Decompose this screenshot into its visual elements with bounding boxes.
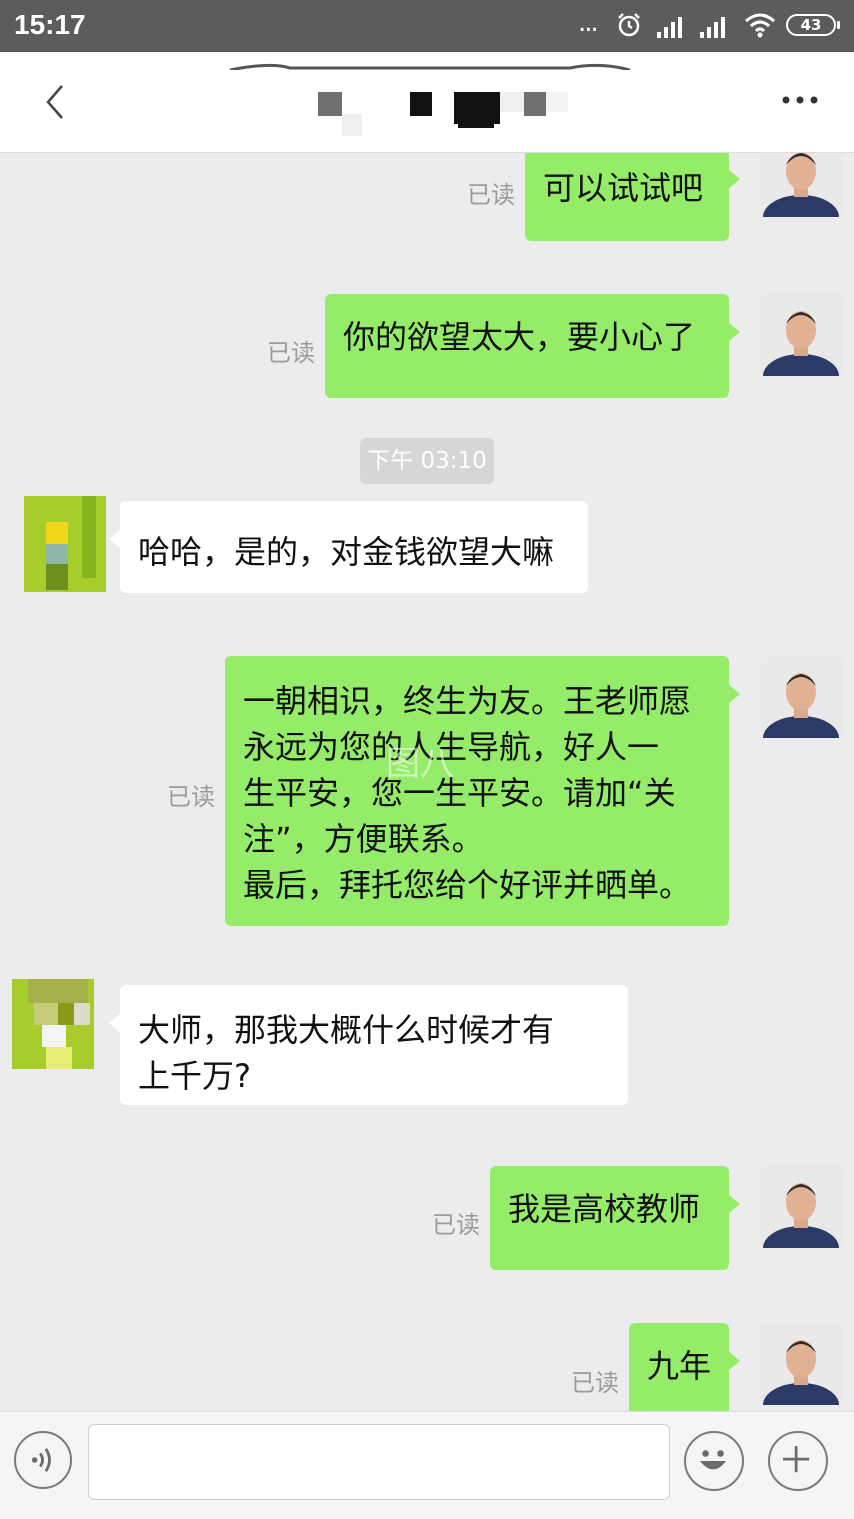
wifi-icon: [745, 13, 775, 38]
message-bubble-sent[interactable]: 你的欲望太大，要小心了: [325, 294, 740, 398]
message-text: 我是高校教师: [508, 1190, 701, 1228]
my-avatar[interactable]: [760, 153, 842, 217]
alarm-icon: [618, 13, 640, 37]
status-time: 15:17: [14, 9, 86, 40]
message-line: 上千万?: [138, 1057, 251, 1095]
more-functions-button[interactable]: [768, 1431, 828, 1491]
message-bubble-sent[interactable]: 九年: [629, 1323, 740, 1411]
message-bubble-sent[interactable]: 我是高校教师: [490, 1166, 740, 1270]
message-input-bar: [0, 1411, 854, 1519]
read-receipt: 已读: [267, 339, 315, 367]
message-bubble-sent[interactable]: 一朝相识，终生为友。王老师愿 永远为您的人生导航，好人一 生平安，您一生平安。请…: [225, 656, 740, 926]
read-receipt: 已读: [432, 1211, 480, 1239]
signal-icon: [700, 17, 725, 38]
message-line: 最后，拜托您给个好评并晒单。: [243, 866, 692, 904]
timestamp-label: 下午 03:10: [360, 438, 494, 484]
message-bubble-received[interactable]: 哈哈，是的，对金钱欲望大嘛: [109, 501, 588, 593]
message-line: 大师，那我大概什么时候才有: [138, 1011, 555, 1049]
read-receipt: 已读: [571, 1369, 619, 1397]
voice-icon: [31, 1448, 51, 1472]
message-line: 永远为您的人生导航，好人一: [243, 728, 660, 766]
message-text: 可以试试吧: [543, 169, 704, 207]
signal-icon: [657, 17, 682, 38]
chat-header: [0, 52, 854, 153]
message-line: 注”，方便联系。: [243, 820, 484, 858]
header-decoration: [230, 63, 630, 70]
contact-avatar-pixelated[interactable]: [12, 979, 94, 1075]
my-avatar[interactable]: [760, 294, 842, 376]
chevron-left-icon[interactable]: [38, 82, 74, 122]
more-dots-icon[interactable]: [780, 88, 820, 112]
emoji-icon: [700, 1450, 727, 1470]
contact-avatar-pixelated[interactable]: [24, 496, 106, 592]
chat-message-list[interactable]: 已读 可以试试吧 已读 你的欲望太大，要小心了 下午 03:10 哈哈，是的，对…: [0, 153, 854, 1411]
battery-level: 43: [800, 16, 822, 34]
message-text: 九年: [647, 1347, 712, 1385]
message-input[interactable]: [88, 1424, 670, 1500]
message-line: 一朝相识，终生为友。王老师愿: [243, 682, 692, 720]
read-receipt: 已读: [467, 181, 515, 209]
voice-button[interactable]: [14, 1431, 72, 1489]
my-avatar[interactable]: [760, 1323, 842, 1405]
message-text: 你的欲望太大，要小心了: [343, 318, 696, 356]
notification-dots: ...: [578, 8, 599, 38]
message-bubble-sent[interactable]: 可以试试吧: [525, 153, 740, 241]
status-bar: 15:17 ... 43: [0, 0, 854, 52]
battery-icon: 43: [786, 14, 840, 36]
message-text: 哈哈，是的，对金钱欲望大嘛: [138, 533, 555, 571]
message-line: 生平安，您一生平安。请加“关: [243, 774, 676, 812]
read-receipt: 已读: [167, 783, 215, 811]
my-avatar[interactable]: [760, 656, 842, 738]
message-bubble-received[interactable]: 大师，那我大概什么时候才有 上千万?: [109, 985, 628, 1105]
my-avatar[interactable]: [760, 1166, 842, 1248]
plus-icon: [783, 1446, 810, 1473]
emoji-button[interactable]: [684, 1431, 744, 1491]
